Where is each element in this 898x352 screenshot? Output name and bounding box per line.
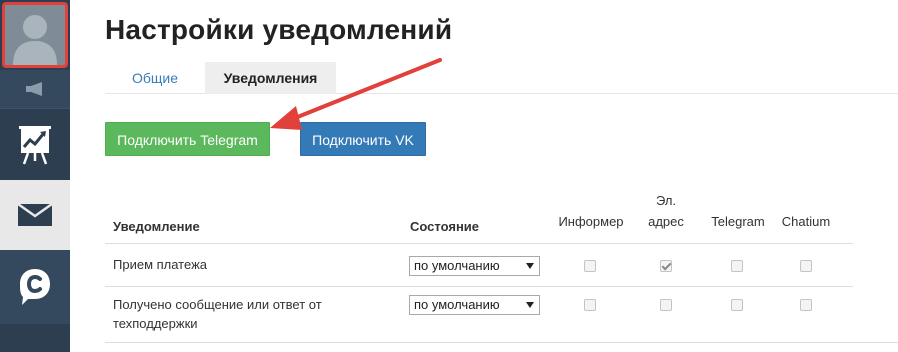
- sidebar: [0, 0, 70, 352]
- row-1-state-value: по умолчанию: [414, 258, 500, 273]
- header-telegram: Telegram: [711, 214, 765, 229]
- tab-notifications[interactable]: Уведомления: [205, 62, 336, 94]
- table-row-divider: [105, 286, 853, 287]
- header-notification: Уведомление: [113, 219, 200, 234]
- header-state: Состояние: [410, 219, 480, 234]
- sidebar-footer: [0, 324, 70, 352]
- row-2-informer-checkbox[interactable]: [584, 299, 596, 311]
- row-2-chatium-checkbox[interactable]: [800, 299, 812, 311]
- row-1-telegram-checkbox[interactable]: [731, 260, 743, 272]
- row-1-informer-checkbox[interactable]: [584, 260, 596, 272]
- row-1-name: Прием платежа: [113, 257, 208, 272]
- table-bottom-divider: [105, 342, 898, 343]
- table-header-divider: [105, 243, 853, 244]
- avatar[interactable]: [2, 2, 68, 68]
- sidebar-item-announcements[interactable]: [0, 70, 70, 108]
- row-1-email-checkbox[interactable]: [660, 260, 672, 272]
- row-2-email-checkbox[interactable]: [660, 299, 672, 311]
- chevron-down-icon: [526, 302, 534, 308]
- header-email-line1: Эл.: [655, 193, 677, 208]
- row-2-state-value: по умолчанию: [414, 297, 500, 312]
- header-chatium: Chatium: [781, 214, 831, 229]
- sidebar-item-chatium[interactable]: [0, 250, 70, 324]
- mail-icon: [18, 204, 52, 226]
- page-title: Настройки уведомлений: [105, 14, 453, 45]
- chatium-logo-icon: [20, 269, 50, 305]
- sidebar-item-messages[interactable]: [0, 180, 70, 250]
- row-1-chatium-checkbox[interactable]: [800, 260, 812, 272]
- row-2-name-line1: Получено сообщение или ответ от: [113, 297, 322, 312]
- chart-board-icon: [19, 125, 51, 164]
- connect-telegram-button[interactable]: Подключить Telegram: [105, 122, 270, 156]
- row-2-state-select[interactable]: по умолчанию: [409, 295, 540, 315]
- megaphone-icon: [26, 82, 42, 96]
- chevron-down-icon: [526, 263, 534, 269]
- row-2-telegram-checkbox[interactable]: [731, 299, 743, 311]
- connect-vk-button[interactable]: Подключить VK: [300, 122, 426, 156]
- avatar-icon: [5, 5, 65, 65]
- tabs-bar: Общие Уведомления: [105, 62, 898, 94]
- sidebar-item-statistics[interactable]: [0, 108, 70, 180]
- tab-general[interactable]: Общие: [105, 62, 205, 94]
- header-informer: Информер: [558, 214, 624, 229]
- row-2-name-line2: техподдержки: [113, 316, 198, 331]
- row-1-state-select[interactable]: по умолчанию: [409, 256, 540, 276]
- header-email-line2: адрес: [648, 214, 684, 229]
